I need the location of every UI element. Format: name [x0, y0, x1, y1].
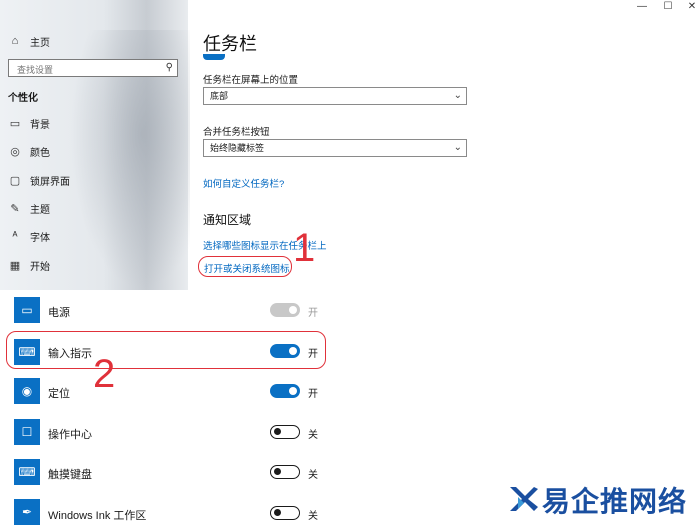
- touch-keyboard-state: 关: [308, 470, 318, 481]
- dropdown-value: 底部: [210, 91, 229, 101]
- sidebar-item-label: 颜色: [30, 147, 50, 159]
- sidebar-item-colors[interactable]: ◎ 颜色: [8, 141, 50, 161]
- chevron-down-icon: ⌄: [453, 142, 462, 153]
- dropdown-value: 始终隐藏标签: [210, 143, 265, 153]
- minimize-button[interactable]: —: [630, 0, 654, 14]
- touch-keyboard-toggle[interactable]: [270, 465, 300, 479]
- power-state: 开: [308, 308, 318, 319]
- picture-icon: ▭: [9, 117, 21, 130]
- palette-icon: ◎: [10, 145, 20, 158]
- step-number-2: 2: [93, 352, 116, 396]
- location-toggle[interactable]: [270, 384, 300, 398]
- row-label-windows-ink: Windows Ink 工作区: [48, 510, 147, 522]
- location-state: 开: [308, 389, 318, 400]
- keyboard-icon: ⌨: [14, 339, 40, 365]
- sidebar-item-label: 主页: [30, 37, 50, 49]
- action-center-toggle[interactable]: [270, 425, 300, 439]
- section-title: 个性化: [8, 93, 38, 104]
- maximize-button[interactable]: ☐: [656, 0, 680, 14]
- row-label-location: 定位: [48, 388, 70, 400]
- home-icon: ⌂: [11, 35, 19, 47]
- watermark-logo: [510, 487, 538, 511]
- sidebar-item-themes[interactable]: ✎ 主题: [8, 198, 50, 218]
- customize-taskbar-link[interactable]: 如何自定义任务栏?: [203, 176, 284, 190]
- partial-toggle[interactable]: [203, 54, 225, 60]
- battery-icon: ▭: [14, 297, 40, 323]
- power-toggle[interactable]: [270, 303, 300, 317]
- windows-ink-state: 关: [308, 511, 318, 522]
- input-indicator-toggle[interactable]: [270, 344, 300, 358]
- sidebar-item-background[interactable]: ▭ 背景: [8, 113, 50, 133]
- notification-area-title: 通知区域: [203, 213, 252, 227]
- touch-keyboard-icon: ⌨: [14, 459, 40, 485]
- search-icon[interactable]: ⚲: [166, 62, 173, 73]
- sidebar-item-start[interactable]: ▦ 开始: [8, 255, 50, 275]
- windows-ink-toggle[interactable]: [270, 506, 300, 520]
- sidebar-item-label: 主题: [30, 204, 50, 216]
- sidebar-item-lockscreen[interactable]: ▢ 锁屏界面: [8, 170, 70, 190]
- sidebar-item-label: 字体: [30, 232, 50, 244]
- close-button[interactable]: ✕: [680, 0, 700, 14]
- sidebar-item-label: 背景: [30, 119, 50, 131]
- search-box[interactable]: ⚲: [8, 59, 178, 78]
- step-number-1: 1: [293, 226, 316, 270]
- sidebar-item-label: 开始: [30, 261, 50, 273]
- theme-brush-icon: ✎: [10, 202, 20, 215]
- lock-screen-icon: ▢: [9, 174, 21, 187]
- combine-dropdown[interactable]: 始终隐藏标签 ⌄: [203, 139, 467, 157]
- row-label-action-center: 操作中心: [48, 429, 92, 441]
- row-label-touch-keyboard: 触摸键盘: [48, 469, 92, 481]
- system-icons-link[interactable]: 打开或关闭系统图标: [204, 261, 290, 275]
- row-label-power: 电源: [48, 307, 70, 319]
- chevron-down-icon: ⌄: [453, 90, 462, 101]
- search-input[interactable]: [15, 62, 159, 78]
- action-center-state: 关: [308, 430, 318, 441]
- page-title: 任务栏: [203, 34, 257, 54]
- sidebar-item-fonts[interactable]: ᴬ 字体: [8, 226, 51, 246]
- location-icon: ◉: [14, 378, 40, 404]
- combine-label: 合并任务栏按钮: [203, 127, 270, 138]
- input-indicator-state: 开: [308, 349, 318, 360]
- pen-icon: ✒: [14, 499, 40, 525]
- sidebar-item-home[interactable]: ⌂ 主页: [8, 31, 50, 51]
- row-label-input: 输入指示: [48, 348, 92, 360]
- position-label: 任务栏在屏幕上的位置: [203, 75, 299, 86]
- position-dropdown[interactable]: 底部 ⌄: [203, 87, 467, 105]
- action-center-icon: ☐: [14, 419, 40, 445]
- watermark-text: 易企推网络: [542, 485, 688, 518]
- start-icon: ▦: [9, 259, 21, 272]
- sidebar-item-label: 锁屏界面: [30, 176, 70, 188]
- font-icon: ᴬ: [12, 230, 18, 242]
